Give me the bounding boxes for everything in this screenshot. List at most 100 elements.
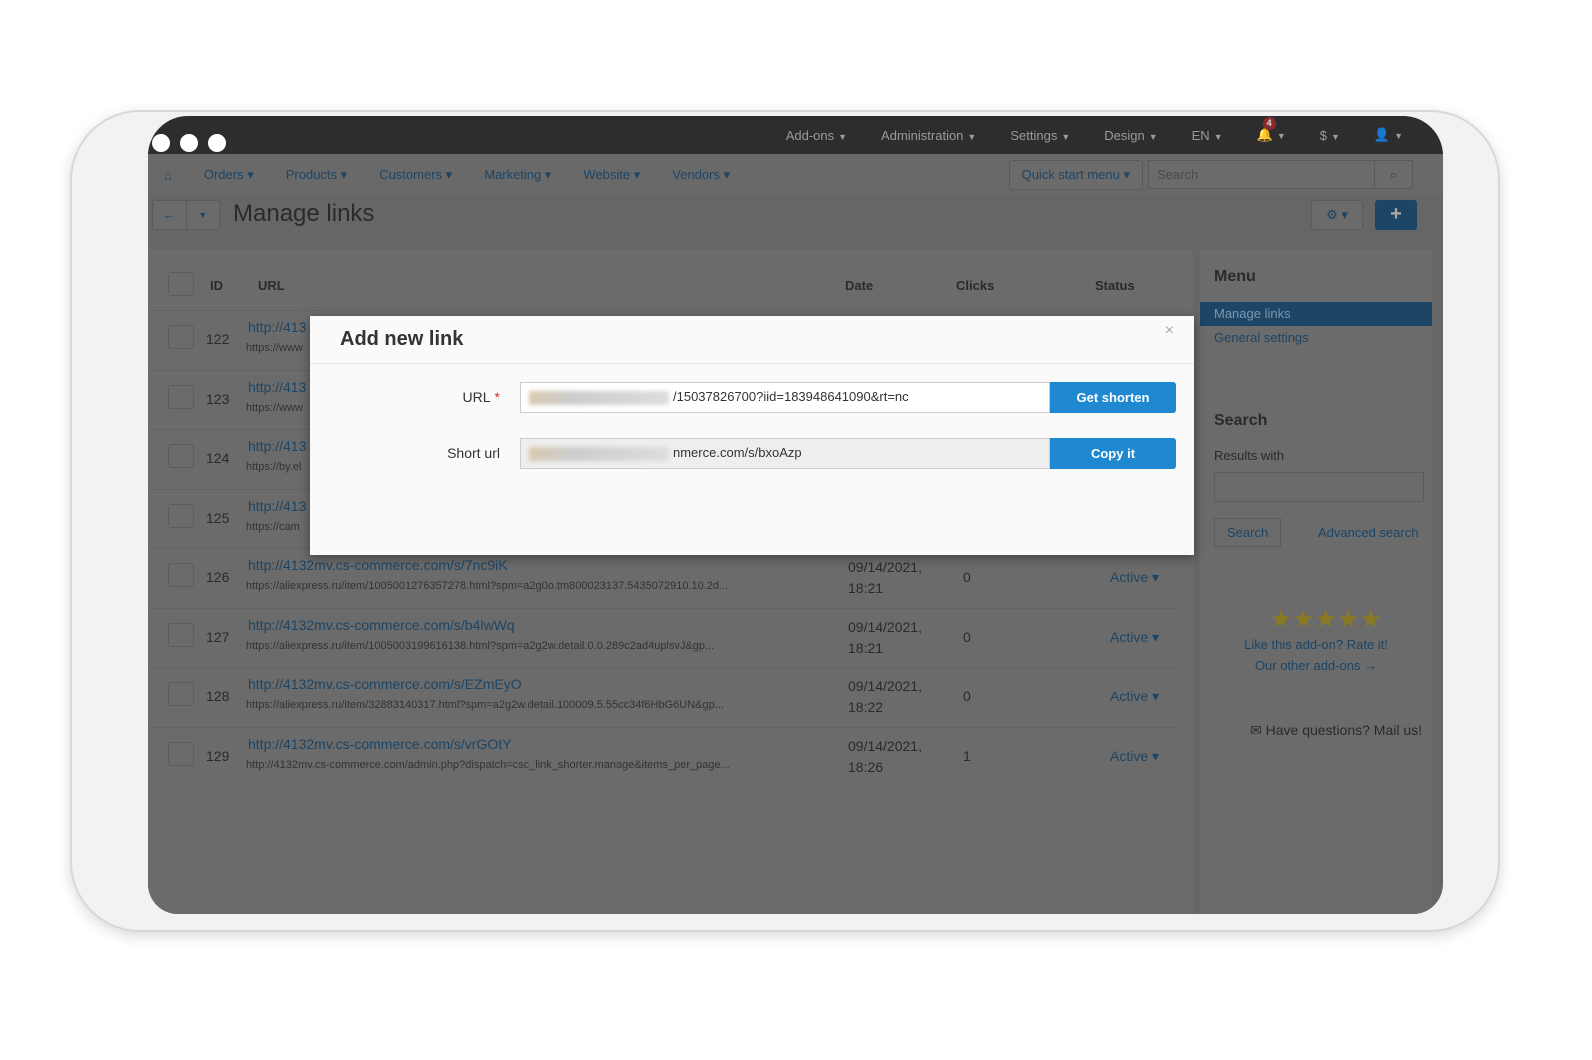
rate-link[interactable]: Like this add-on? Rate it! [1200,637,1432,652]
header-clicks: Clicks [956,278,995,293]
envelope-icon: ✉ [1250,722,1262,738]
short-url-link[interactable]: http://4132mv.cs-commerce.com/s/vrGOtY [248,736,511,752]
sidebar-search-button[interactable]: Search [1214,518,1282,547]
menu-administration[interactable]: Administration ▼ [881,128,976,143]
table-row: 129 http://4132mv.cs-commerce.com/s/vrGO… [148,726,1178,785]
row-checkbox[interactable] [168,741,194,766]
sidebar-title: Menu [1214,268,1256,285]
row-checkbox[interactable] [168,682,194,706]
row-checkbox[interactable] [168,622,194,647]
nav-website[interactable]: Website ▾ [583,167,640,183]
window-controls [152,134,226,152]
user-icon[interactable]: 👤 ▼ [1374,127,1403,143]
menu-design[interactable]: Design ▼ [1104,128,1157,143]
header-date: Date [845,278,874,293]
original-url: http://4132mv.cs-commerce.com/admin.php?… [246,758,730,771]
row-checkbox[interactable] [168,563,194,587]
original-url: https://www [246,342,303,354]
row-clicks: 0 [963,628,971,645]
menu-add-ons[interactable]: Add-ons ▼ [786,128,847,143]
get-shorten-button[interactable]: Get shorten [1050,382,1176,413]
notification-count: 4 [1262,117,1276,130]
short-url-link[interactable]: http://413 [248,498,306,514]
menu-settings[interactable]: Settings ▼ [1010,128,1070,143]
menu-language[interactable]: EN ▼ [1192,128,1223,143]
row-checkbox[interactable] [168,503,194,528]
short-url-input[interactable]: nmerce.com/s/bxoAzp [520,438,1050,469]
bell-icon[interactable]: 🔔 4 ▼ [1257,117,1286,143]
original-url: https://aliexpress.ru/item/32883140317.h… [246,699,724,711]
chevron-down-icon[interactable]: ▼ [185,201,220,229]
top-bar: Add-ons ▼ Administration ▼ Settings ▼ Desig… [148,116,1443,154]
row-checkbox[interactable] [168,384,194,409]
status-dropdown[interactable]: Active ▾ [1110,748,1159,765]
row-checkbox[interactable] [168,444,194,468]
nav-marketing[interactable]: Marketing ▾ [484,167,551,183]
add-button[interactable]: + [1375,200,1417,230]
quick-start-menu[interactable]: Quick start menu ▾ [1008,160,1143,190]
row-id: 125 [206,509,230,526]
url-input[interactable]: /15037826700?iid=183948641090&rt=nc [520,382,1050,413]
row-id: 126 [206,569,230,585]
nav-vendors[interactable]: Vendors ▾ [672,167,730,183]
nav-customers[interactable]: Customers ▾ [379,167,452,183]
page-title: Manage links [233,200,375,227]
url-label: URL * [462,389,500,405]
short-url-link[interactable]: http://4132mv.cs-commerce.com/s/b4lwWq [248,617,515,633]
nav-products[interactable]: Products ▾ [286,167,347,183]
window-dot[interactable] [180,134,198,152]
header-id: ID [210,278,223,293]
status-dropdown[interactable]: Active ▾ [1110,629,1159,646]
modal-title: Add new link [310,316,1194,364]
original-url: https://by.el [246,461,302,473]
short-url-link[interactable]: http://4132mv.cs-commerce.com/s/7nc9iK [248,557,508,573]
original-url: https://cam [246,520,300,533]
row-date: 09/14/2021, 18:21 [848,559,922,596]
table-row: 126 http://4132mv.cs-commerce.com/s/7nc9… [148,548,1178,606]
select-all-checkbox[interactable] [168,272,194,296]
status-dropdown[interactable]: Active ▾ [1110,569,1159,586]
row-date: 09/14/2021, 18:22 [848,678,922,715]
other-addons-link[interactable]: Our other add-ons → [1200,658,1432,673]
row-id: 123 [206,390,230,407]
sidebar-item-general-settings[interactable]: General settings [1200,326,1432,350]
short-url-link[interactable]: http://413 [248,379,306,395]
nav-orders[interactable]: Orders ▾ [204,167,254,183]
results-with-label: Results with [1214,448,1285,463]
menu-currency[interactable]: $ ▼ [1320,128,1340,143]
title-bar: ← ▼ Manage links ⚙ ▾ + [148,196,1443,236]
copy-button[interactable]: Copy it [1050,438,1176,469]
row-clicks: 1 [963,747,971,764]
original-url: https://aliexpress.ru/item/1005003199616… [246,639,715,652]
window-dot[interactable] [152,134,170,152]
sidebar: Menu Manage links General settings Searc… [1200,250,1432,914]
advanced-search-link[interactable]: Advanced search [1318,525,1418,540]
gear-icon[interactable]: ⚙ ▾ [1311,200,1363,230]
short-url-link[interactable]: http://413 [248,438,306,454]
row-date: 09/14/2021, 18:26 [848,737,922,775]
row-id: 128 [206,688,230,704]
row-checkbox[interactable] [168,325,194,349]
short-url-link[interactable]: http://413 [248,319,306,335]
short-url-label: Short url [447,445,500,461]
rating-stars[interactable]: ★★★★★ [1270,605,1383,634]
home-icon[interactable]: ⌂ [164,168,172,183]
close-icon[interactable]: × [1165,322,1174,340]
original-url: https://www [246,401,303,414]
search-icon[interactable]: ⌕ [1374,161,1412,188]
back-button[interactable]: ← ▼ [152,200,220,230]
main-nav: ⌂ Orders ▾ Products ▾ Customers ▾ Market… [148,154,1443,196]
short-url-link[interactable]: http://4132mv.cs-commerce.com/s/EZmEyO [248,676,522,692]
row-clicks: 0 [963,569,971,585]
search-input[interactable]: Search ⌕ [1148,160,1413,189]
add-link-modal: Add new link × URL * /15037826700?iid=183… [310,316,1194,555]
status-dropdown[interactable]: Active ▾ [1110,688,1159,705]
row-id: 122 [206,331,230,347]
window-dot[interactable] [208,134,226,152]
sidebar-item-manage-links[interactable]: Manage links [1200,302,1432,326]
sidebar-search-input[interactable] [1214,472,1424,502]
table-row: 128 http://4132mv.cs-commerce.com/s/EZmE… [148,667,1178,725]
mail-link[interactable]: ✉ Have questions? Mail us! [1250,722,1422,739]
arrow-left-icon[interactable]: ← [153,201,186,229]
row-date: 09/14/2021, 18:21 [848,618,922,656]
